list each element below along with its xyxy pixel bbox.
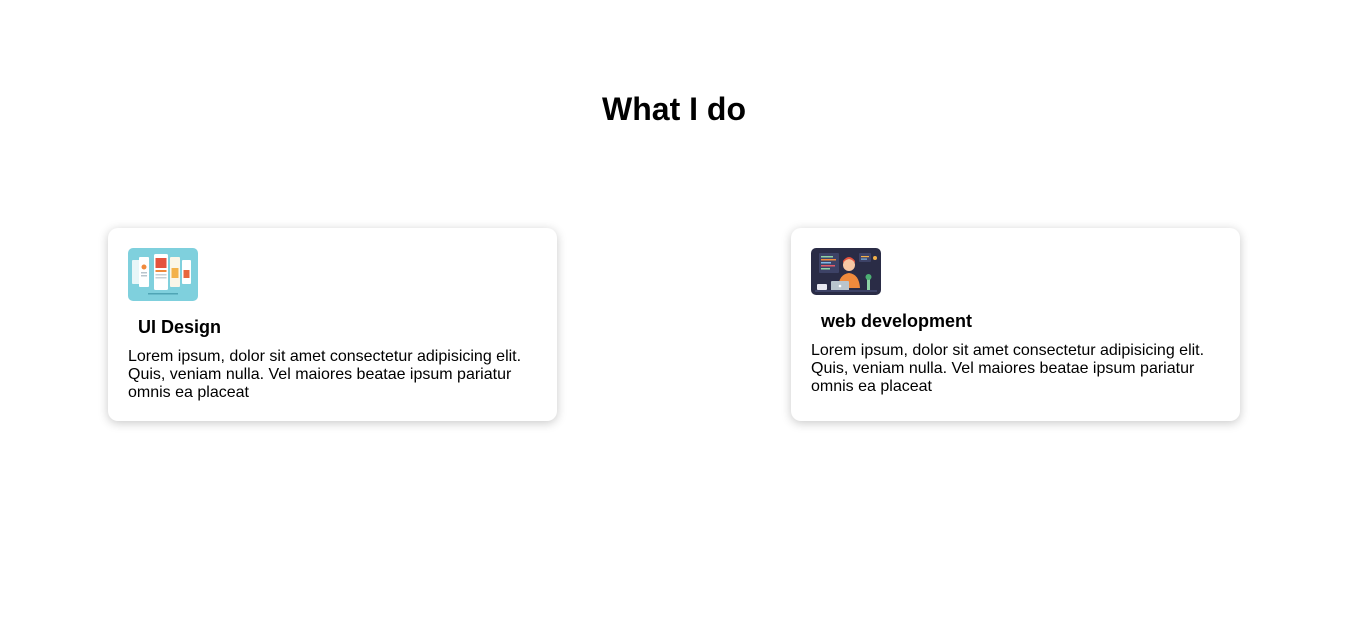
- card-description: Lorem ipsum, dolor sit amet consectetur …: [128, 348, 522, 401]
- card-description: Lorem ipsum, dolor sit amet consectetur …: [811, 342, 1205, 395]
- web-development-image: [811, 248, 881, 295]
- card-title: web development: [821, 311, 973, 331]
- section-title: What I do: [602, 91, 746, 127]
- ui-design-image: [128, 248, 198, 301]
- card-title: UI Design: [138, 317, 222, 337]
- service-card-web-development: web development Lorem ipsum, dolor sit a…: [791, 228, 1240, 421]
- service-card-ui-design: UI Design Lorem ipsum, dolor sit amet co…: [108, 228, 557, 421]
